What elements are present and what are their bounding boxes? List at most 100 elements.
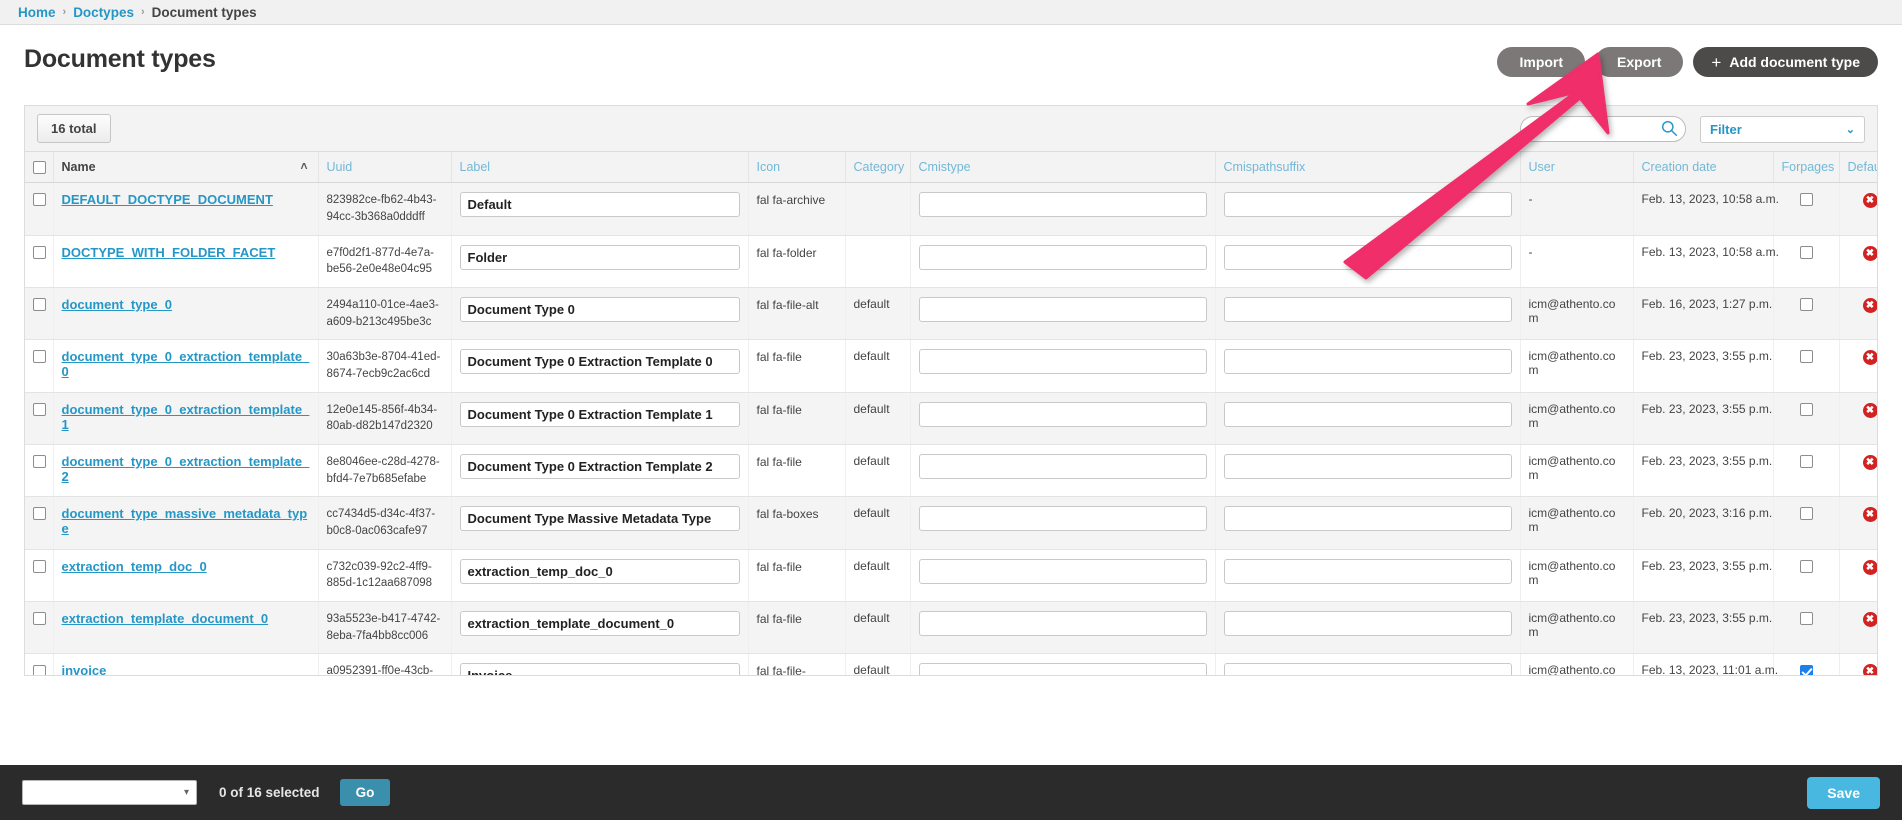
column-header-cmispathsuffix[interactable]: Cmispathsuffix xyxy=(1215,152,1520,183)
forpages-checkbox[interactable] xyxy=(1800,560,1813,573)
cmispathsuffix-input[interactable] xyxy=(1224,454,1512,479)
cell-forpages[interactable] xyxy=(1773,497,1839,549)
export-button[interactable]: Export xyxy=(1595,47,1683,77)
delete-icon[interactable]: ✖ xyxy=(1863,246,1878,261)
cmistype-input[interactable] xyxy=(919,245,1207,270)
label-input[interactable] xyxy=(460,506,740,531)
forpages-checkbox[interactable] xyxy=(1800,612,1813,625)
forpages-checkbox[interactable] xyxy=(1800,246,1813,259)
cmistype-input[interactable] xyxy=(919,559,1207,584)
column-header-user[interactable]: User xyxy=(1520,152,1633,183)
cell-default[interactable]: ✖ xyxy=(1839,235,1877,287)
cell-forpages[interactable] xyxy=(1773,549,1839,601)
row-select-cell[interactable] xyxy=(25,654,53,675)
cell-default[interactable]: ✖ xyxy=(1839,497,1877,549)
row-select-cell[interactable] xyxy=(25,444,53,496)
column-header-creation-date[interactable]: Creation date xyxy=(1633,152,1773,183)
row-select-checkbox[interactable] xyxy=(33,298,46,311)
document-type-link[interactable]: extraction_temp_doc_0 xyxy=(62,559,207,574)
cell-default[interactable]: ✖ xyxy=(1839,601,1877,653)
row-select-checkbox[interactable] xyxy=(33,403,46,416)
cell-forpages[interactable] xyxy=(1773,601,1839,653)
column-header-uuid[interactable]: Uuid xyxy=(318,152,451,183)
row-select-checkbox[interactable] xyxy=(33,350,46,363)
cmispathsuffix-input[interactable] xyxy=(1224,559,1512,584)
column-header-category[interactable]: Category xyxy=(845,152,910,183)
document-type-link[interactable]: document_type_0 xyxy=(62,297,173,312)
row-select-checkbox[interactable] xyxy=(33,455,46,468)
cell-forpages[interactable] xyxy=(1773,340,1839,392)
cell-forpages[interactable] xyxy=(1773,235,1839,287)
cmistype-input[interactable] xyxy=(919,454,1207,479)
cell-forpages[interactable] xyxy=(1773,654,1839,675)
cmistype-input[interactable] xyxy=(919,349,1207,374)
label-input[interactable] xyxy=(460,245,740,270)
cell-default[interactable]: ✖ xyxy=(1839,340,1877,392)
bulk-action-select[interactable]: ▾ xyxy=(22,780,197,805)
label-input[interactable] xyxy=(460,611,740,636)
row-select-cell[interactable] xyxy=(25,601,53,653)
search-input[interactable] xyxy=(1520,116,1686,142)
filter-dropdown[interactable]: Filter ⌄ xyxy=(1700,116,1865,143)
row-select-cell[interactable] xyxy=(25,287,53,339)
forpages-checkbox[interactable] xyxy=(1800,350,1813,363)
delete-icon[interactable]: ✖ xyxy=(1863,455,1878,470)
cmispathsuffix-input[interactable] xyxy=(1224,245,1512,270)
label-input[interactable] xyxy=(460,192,740,217)
row-select-cell[interactable] xyxy=(25,392,53,444)
forpages-checkbox[interactable] xyxy=(1800,298,1813,311)
row-select-checkbox[interactable] xyxy=(33,193,46,206)
cell-default[interactable]: ✖ xyxy=(1839,444,1877,496)
cmispathsuffix-input[interactable] xyxy=(1224,192,1512,217)
cmispathsuffix-input[interactable] xyxy=(1224,297,1512,322)
row-select-checkbox[interactable] xyxy=(33,560,46,573)
delete-icon[interactable]: ✖ xyxy=(1863,664,1878,675)
document-type-link[interactable]: document_type_0_extraction_template_1 xyxy=(62,402,310,432)
cmistype-input[interactable] xyxy=(919,663,1207,675)
column-header-forpages[interactable]: Forpages xyxy=(1773,152,1839,183)
document-type-link[interactable]: DEFAULT_DOCTYPE_DOCUMENT xyxy=(62,192,273,207)
document-type-link[interactable]: invoice xyxy=(62,663,107,675)
cmistype-input[interactable] xyxy=(919,506,1207,531)
row-select-cell[interactable] xyxy=(25,183,53,235)
label-input[interactable] xyxy=(460,349,740,374)
document-type-link[interactable]: DOCTYPE_WITH_FOLDER_FACET xyxy=(62,245,276,260)
column-header-label[interactable]: Label xyxy=(451,152,748,183)
cmispathsuffix-input[interactable] xyxy=(1224,506,1512,531)
cell-forpages[interactable] xyxy=(1773,444,1839,496)
total-count-badge[interactable]: 16 total xyxy=(37,114,111,143)
table-scroll-region[interactable]: Name ˄ Uuid Label Icon Category Cmistype… xyxy=(25,152,1877,675)
row-select-checkbox[interactable] xyxy=(33,612,46,625)
column-header-cmistype[interactable]: Cmistype xyxy=(910,152,1215,183)
column-header-icon[interactable]: Icon xyxy=(748,152,845,183)
delete-icon[interactable]: ✖ xyxy=(1863,193,1878,208)
add-document-type-button[interactable]: + Add document type xyxy=(1693,47,1878,77)
delete-icon[interactable]: ✖ xyxy=(1863,298,1878,313)
column-header-name[interactable]: Name ˄ xyxy=(53,152,318,183)
cmispathsuffix-input[interactable] xyxy=(1224,402,1512,427)
delete-icon[interactable]: ✖ xyxy=(1863,350,1878,365)
document-type-link[interactable]: document_type_massive_metadata_type xyxy=(62,506,308,536)
delete-icon[interactable]: ✖ xyxy=(1863,507,1878,522)
row-select-cell[interactable] xyxy=(25,235,53,287)
forpages-checkbox[interactable] xyxy=(1800,507,1813,520)
document-type-link[interactable]: extraction_template_document_0 xyxy=(62,611,269,626)
import-button[interactable]: Import xyxy=(1497,47,1585,77)
cmistype-input[interactable] xyxy=(919,611,1207,636)
forpages-checkbox[interactable] xyxy=(1800,403,1813,416)
label-input[interactable] xyxy=(460,297,740,322)
row-select-cell[interactable] xyxy=(25,497,53,549)
label-input[interactable] xyxy=(460,402,740,427)
cell-forpages[interactable] xyxy=(1773,287,1839,339)
cell-forpages[interactable] xyxy=(1773,183,1839,235)
label-input[interactable] xyxy=(460,454,740,479)
cell-default[interactable]: ✖ xyxy=(1839,392,1877,444)
go-button[interactable]: Go xyxy=(340,779,391,806)
select-all-checkbox[interactable] xyxy=(33,161,46,174)
cell-default[interactable]: ✖ xyxy=(1839,183,1877,235)
delete-icon[interactable]: ✖ xyxy=(1863,403,1878,418)
row-select-cell[interactable] xyxy=(25,549,53,601)
save-button[interactable]: Save xyxy=(1807,777,1880,809)
delete-icon[interactable]: ✖ xyxy=(1863,612,1878,627)
breadcrumb-link-home[interactable]: Home xyxy=(18,5,56,20)
